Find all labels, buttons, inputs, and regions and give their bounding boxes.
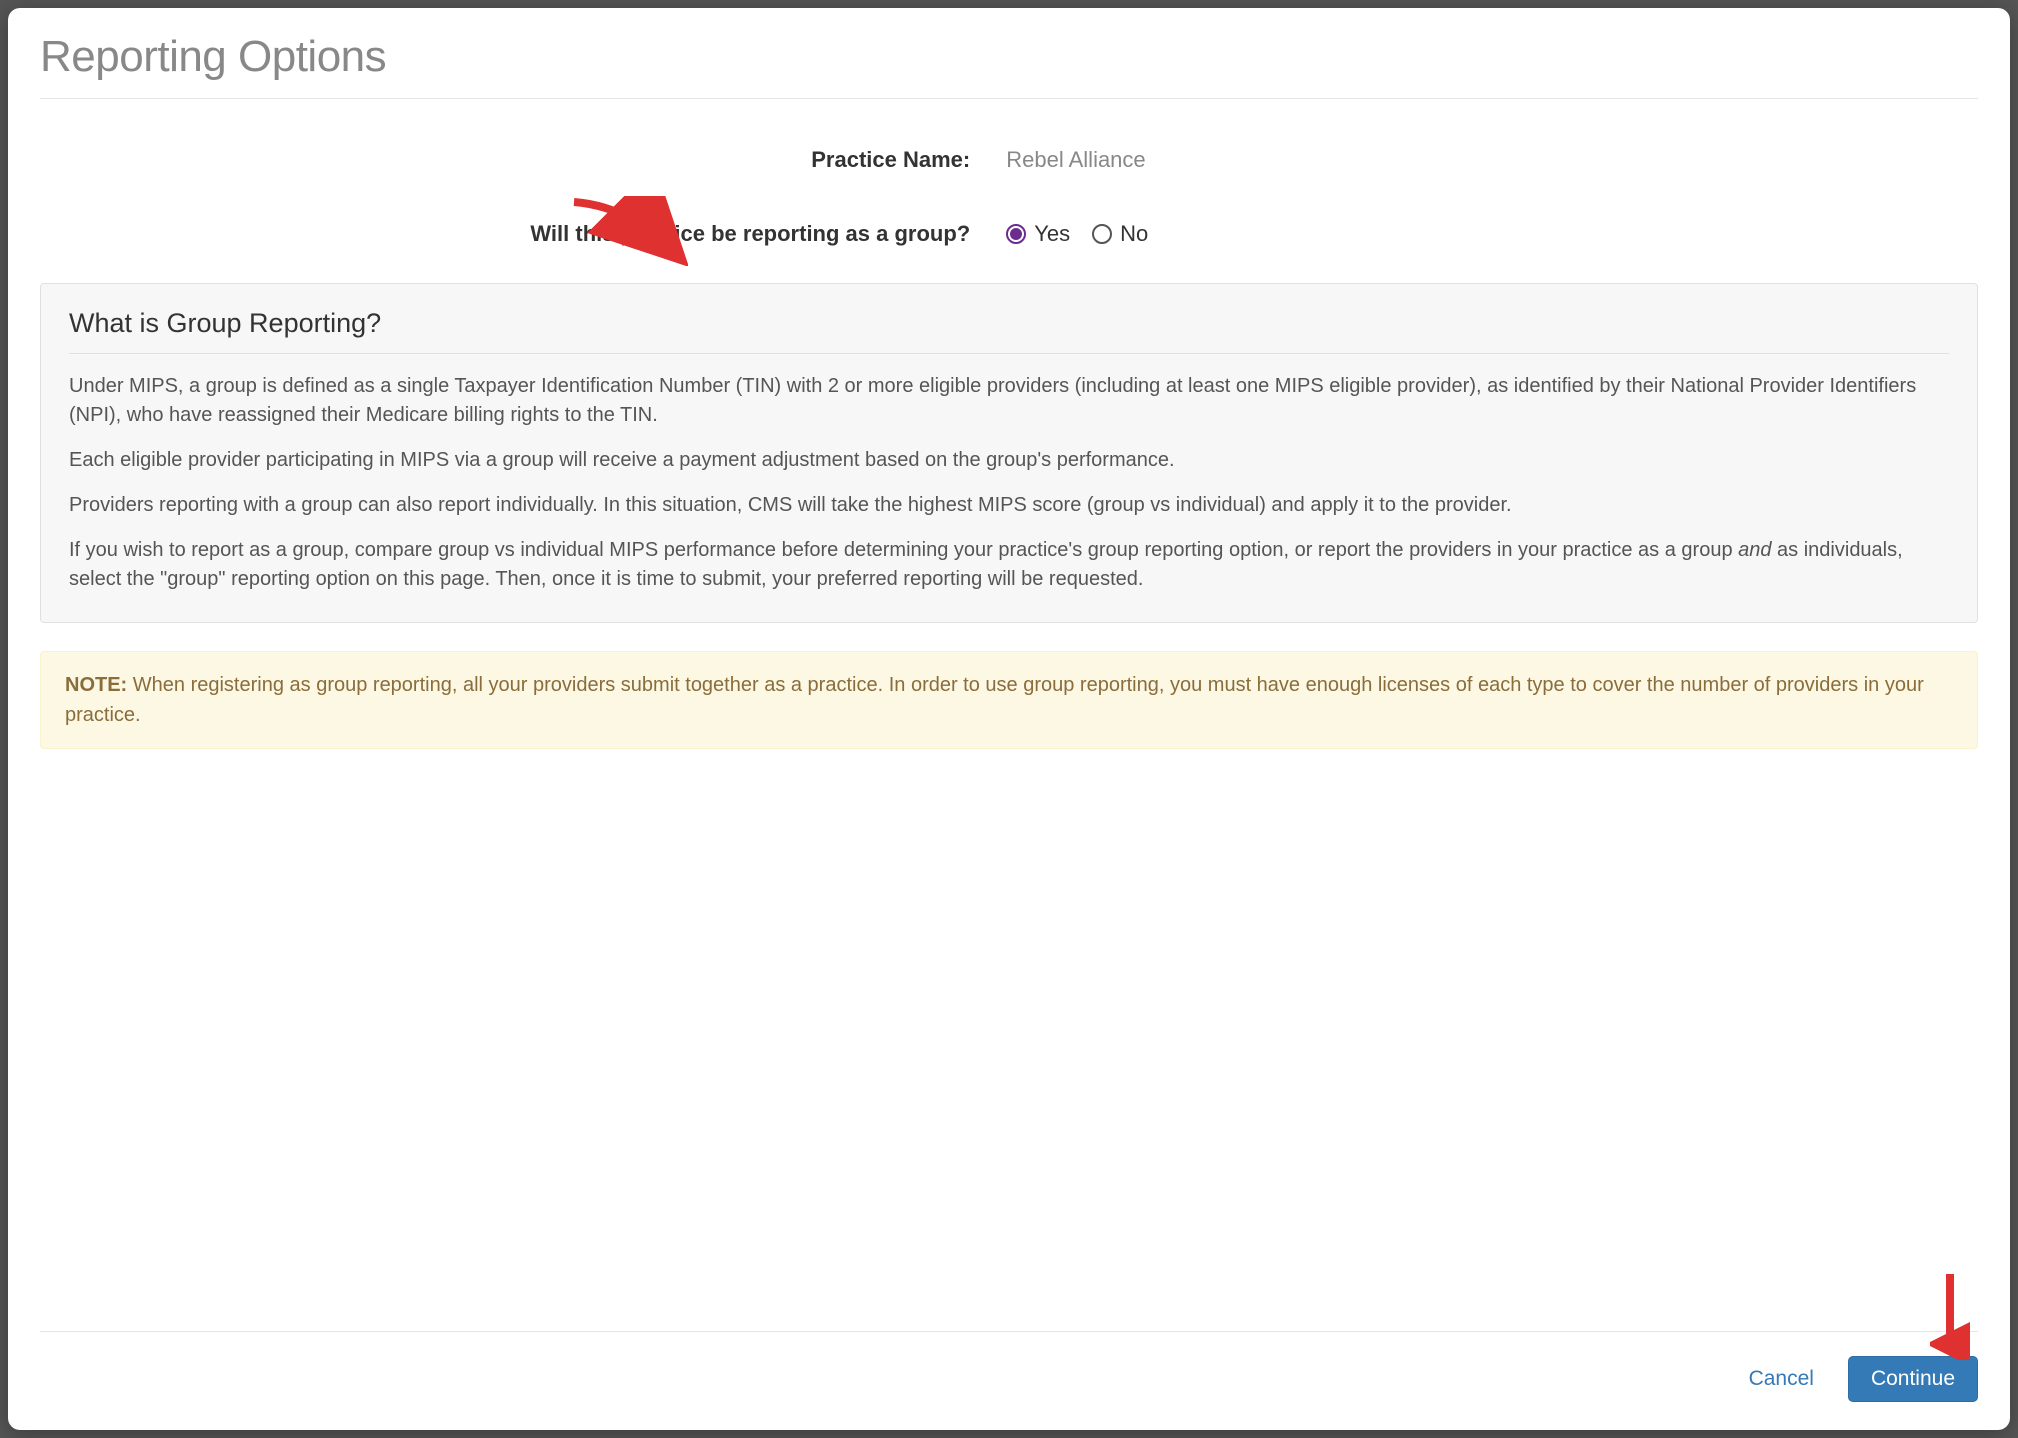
page-title: Reporting Options xyxy=(40,32,1978,82)
radio-no-icon xyxy=(1092,224,1112,244)
continue-button[interactable]: Continue xyxy=(1848,1356,1978,1402)
radio-yes-label: Yes xyxy=(1034,221,1070,247)
note-panel: NOTE: When registering as group reportin… xyxy=(40,651,1978,749)
radio-no-label: No xyxy=(1120,221,1148,247)
practice-name-row: Practice Name: Rebel Alliance xyxy=(40,147,1978,173)
note-prefix: NOTE: xyxy=(65,674,127,696)
footer-divider xyxy=(40,1331,1978,1332)
info-heading: What is Group Reporting? xyxy=(69,308,1949,354)
radio-yes[interactable]: Yes xyxy=(1006,221,1070,247)
button-row: Cancel Continue xyxy=(40,1356,1978,1406)
practice-name-value: Rebel Alliance xyxy=(1006,147,1978,173)
annotation-arrow-continue-icon xyxy=(1930,1270,1970,1360)
note-text: When registering as group reporting, all… xyxy=(65,674,1924,726)
group-radio-group: Yes No xyxy=(1006,221,1978,247)
title-divider xyxy=(40,98,1978,99)
group-reporting-info-panel: What is Group Reporting? Under MIPS, a g… xyxy=(40,283,1978,623)
radio-no[interactable]: No xyxy=(1092,221,1148,247)
cancel-button[interactable]: Cancel xyxy=(1735,1357,1828,1401)
info-paragraph-2: Each eligible provider participating in … xyxy=(69,446,1949,475)
info-paragraph-1: Under MIPS, a group is defined as a sing… xyxy=(69,372,1949,430)
reporting-options-modal: Reporting Options Practice Name: Rebel A… xyxy=(8,8,2010,1430)
radio-yes-icon xyxy=(1006,224,1026,244)
info-paragraph-4: If you wish to report as a group, compar… xyxy=(69,536,1949,594)
info-paragraph-3: Providers reporting with a group can als… xyxy=(69,491,1949,520)
practice-name-label: Practice Name: xyxy=(40,147,970,173)
group-question-row: Will this practice be reporting as a gro… xyxy=(40,221,1978,247)
group-question-label: Will this practice be reporting as a gro… xyxy=(40,221,970,247)
form-section: Practice Name: Rebel Alliance Will this … xyxy=(40,147,1978,247)
